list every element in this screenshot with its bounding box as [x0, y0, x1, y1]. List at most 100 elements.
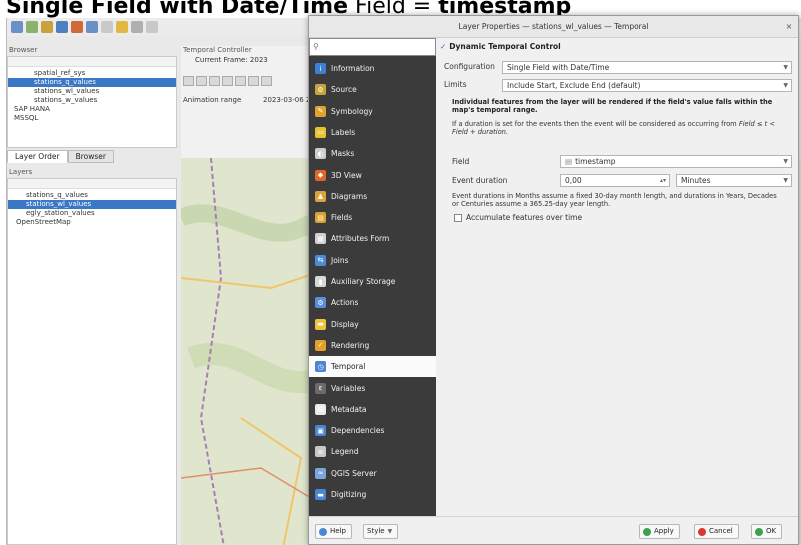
nav-item-label: Rendering	[331, 340, 370, 350]
nav-item[interactable]: ▤ Fields	[309, 207, 436, 228]
browser-item[interactable]: stations_wl_values	[8, 87, 176, 96]
tab-browser[interactable]: Browser	[67, 150, 115, 163]
event-duration-input[interactable]: 0,00 ▴▾	[560, 174, 670, 187]
nav-item[interactable]: ⚙ Actions	[309, 292, 436, 313]
nav-item[interactable]: ≈ QGIS Server	[309, 463, 436, 484]
nav-item[interactable]: ▦ Attributes Form	[309, 228, 436, 249]
field-value: timestamp	[575, 157, 616, 166]
toolbar-icon[interactable]	[11, 21, 23, 33]
nav-item[interactable]: ▲ Diagrams	[309, 186, 436, 207]
search-icon: ⚲	[313, 42, 319, 51]
nav-item[interactable]: ◆ 3D View	[309, 165, 436, 186]
nav-item-label: Dependencies	[331, 426, 385, 436]
apply-button[interactable]: Apply	[639, 524, 680, 539]
style-button[interactable]: Style ▼	[363, 524, 399, 539]
nav-item[interactable]: ▣ Dependencies	[309, 420, 436, 441]
toolbar-icon[interactable]	[101, 21, 113, 33]
nav-item[interactable]: ⚙ Source	[309, 79, 436, 100]
layer-item[interactable]: stations_q_values	[8, 191, 176, 200]
masks-icon: ◐	[315, 148, 326, 160]
cancel-label: Cancel	[709, 527, 733, 535]
nav-item-label: Symbology	[331, 106, 373, 116]
attributes-form-icon: ▦	[315, 233, 326, 245]
info-text-1: If a duration is set for the events then…	[452, 120, 737, 128]
step-forward-button[interactable]	[248, 76, 259, 86]
labels-icon: ▭	[315, 126, 326, 138]
nav-item[interactable]: ◐ Masks	[309, 143, 436, 164]
tab-layer-order[interactable]: Layer Order	[7, 150, 68, 163]
step-back-button[interactable]	[196, 76, 207, 86]
nav-item-label: Fields	[331, 213, 353, 223]
dependencies-icon: ▣	[315, 425, 326, 437]
configuration-label: Configuration	[444, 62, 495, 71]
nav-item[interactable]: ◷ Temporal	[309, 356, 436, 378]
nav-item[interactable]: ▭ Labels	[309, 122, 436, 143]
nav-item-label: Masks	[331, 149, 355, 159]
toolbar-icon[interactable]	[71, 21, 83, 33]
pause-button[interactable]	[222, 76, 233, 86]
nav-search-input[interactable]: ⚲	[309, 38, 436, 56]
field-label: Field	[452, 157, 470, 166]
digitizing-icon: ▬	[315, 489, 326, 500]
chevron-down-icon: ▼	[783, 158, 788, 165]
animation-range-label: Animation range	[183, 96, 242, 104]
nav-item[interactable]: ⇆ Joins	[309, 250, 436, 271]
layer-item[interactable]: egly_station_values	[8, 209, 176, 218]
layer-item[interactable]: stations_wl_values	[8, 200, 176, 209]
nav-item[interactable]: ✓ Rendering	[309, 335, 436, 356]
toolbar-icon[interactable]	[116, 21, 128, 33]
toolbar-icon[interactable]	[41, 21, 53, 33]
field-select[interactable]: ▤ timestamp ▼	[560, 155, 792, 168]
skip-back-button[interactable]	[183, 76, 194, 86]
temporal-page: ✓ Dynamic Temporal Control Configuration …	[436, 38, 798, 516]
info-text: If a duration is set for the events then…	[452, 120, 782, 136]
nav-item-label: QGIS Server	[331, 468, 377, 478]
apply-label: Apply	[654, 527, 674, 535]
variables-icon: ε	[315, 382, 326, 394]
play-button[interactable]	[235, 76, 246, 86]
nav-item[interactable]: ▮ Auxiliary Storage	[309, 271, 436, 292]
configuration-select[interactable]: Single Field with Date/Time ▼	[502, 61, 792, 74]
nav-item-label: Metadata	[331, 404, 367, 414]
spinbox-arrows-icon[interactable]: ▴▾	[660, 175, 666, 186]
toolbar-icon[interactable]	[26, 21, 38, 33]
nav-item[interactable]: ≡ Legend	[309, 441, 436, 462]
chevron-down-icon: ▼	[783, 177, 788, 184]
limits-value: Include Start, Exclude End (default)	[507, 81, 641, 90]
play-back-button[interactable]	[209, 76, 220, 86]
toolbar-icon[interactable]	[56, 21, 68, 33]
browser-item[interactable]: stations_w_values	[8, 96, 176, 105]
browser-item[interactable]: spatial_ref_sys	[8, 69, 176, 78]
temporal-icon: ◷	[315, 361, 326, 373]
accumulate-checkbox[interactable]	[454, 214, 462, 222]
dynamic-temporal-control-group[interactable]: ✓ Dynamic Temporal Control	[440, 42, 561, 51]
nav-item[interactable]: ✎ Symbology	[309, 101, 436, 122]
browser-item[interactable]: SAP HANA	[8, 105, 176, 114]
chevron-down-icon: ▼	[783, 64, 788, 71]
rendering-icon: ✓	[315, 339, 326, 351]
toolbar-icon[interactable]	[146, 21, 158, 33]
event-duration-unit-select[interactable]: Minutes ▼	[676, 174, 792, 187]
browser-item[interactable]: stations_q_values	[8, 78, 176, 87]
limits-select[interactable]: Include Start, Exclude End (default) ▼	[502, 79, 792, 92]
info-bold-text: Individual features from the layer will …	[452, 98, 773, 114]
nav-item-label: Labels	[331, 127, 356, 137]
nav-item[interactable]: ▬ Digitizing	[309, 484, 436, 505]
ok-button[interactable]: OK	[751, 524, 783, 539]
fields-icon: ▤	[315, 212, 326, 224]
chevron-down-icon: ▼	[387, 528, 393, 535]
layer-item[interactable]: OpenStreetMap	[8, 218, 176, 227]
toolbar-icon[interactable]	[131, 21, 143, 33]
nav-item[interactable]: i Information	[309, 58, 436, 79]
toolbar-icon[interactable]	[86, 21, 98, 33]
skip-forward-button[interactable]	[261, 76, 272, 86]
nav-item[interactable]: ▬ Display	[309, 314, 436, 335]
temporal-controller-title: Temporal Controller	[183, 46, 252, 54]
nav-item-label: Legend	[331, 447, 359, 457]
help-button[interactable]: Help	[315, 524, 352, 539]
browser-item[interactable]: MSSQL	[8, 114, 176, 123]
nav-item[interactable]: ▤ Metadata	[309, 399, 436, 420]
close-icon[interactable]: ×	[784, 22, 794, 32]
nav-item[interactable]: ε Variables	[309, 378, 436, 399]
cancel-button[interactable]: Cancel	[694, 524, 739, 539]
